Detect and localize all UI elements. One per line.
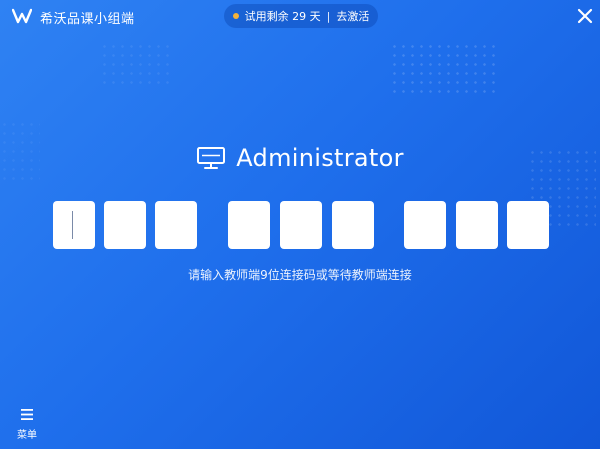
monitor-icon bbox=[197, 147, 226, 169]
close-icon[interactable] bbox=[576, 7, 594, 25]
seewo-logo-icon bbox=[12, 8, 32, 24]
trial-remaining-text: 试用剩余 29 天 bbox=[244, 10, 321, 23]
code-digit-input[interactable] bbox=[155, 201, 197, 249]
code-digit-input[interactable] bbox=[104, 201, 146, 249]
code-digit-input[interactable] bbox=[53, 201, 95, 249]
status-dot-icon bbox=[232, 13, 239, 19]
activate-link[interactable]: 去激活 bbox=[336, 8, 369, 24]
title-bar: 希沃品课小组端 试用剩余 29 天 | 去激活 bbox=[0, 0, 600, 32]
trial-separator: | bbox=[326, 9, 331, 23]
app-title: 希沃品课小组端 bbox=[40, 12, 135, 27]
menu-label: 菜单 bbox=[17, 430, 37, 441]
code-digit-input[interactable] bbox=[456, 201, 498, 249]
code-digit-input[interactable] bbox=[507, 201, 549, 249]
code-digit-input[interactable] bbox=[332, 201, 374, 249]
menu-button[interactable]: 菜单 bbox=[12, 409, 48, 445]
code-digit-input[interactable] bbox=[228, 201, 270, 249]
user-name: Administrator bbox=[236, 144, 404, 172]
trial-status-badge[interactable]: 试用剩余 29 天 | 去激活 bbox=[224, 4, 378, 28]
hamburger-menu-icon bbox=[21, 409, 33, 420]
user-heading: Administrator bbox=[0, 140, 600, 176]
dot-pattern bbox=[100, 42, 170, 90]
dot-pattern bbox=[390, 42, 500, 97]
connection-hint: 请输入教师端9位连接码或等待教师端连接 bbox=[188, 268, 412, 282]
code-digit-input[interactable] bbox=[404, 201, 446, 249]
code-digit-input[interactable] bbox=[280, 201, 322, 249]
text-caret bbox=[72, 211, 73, 239]
